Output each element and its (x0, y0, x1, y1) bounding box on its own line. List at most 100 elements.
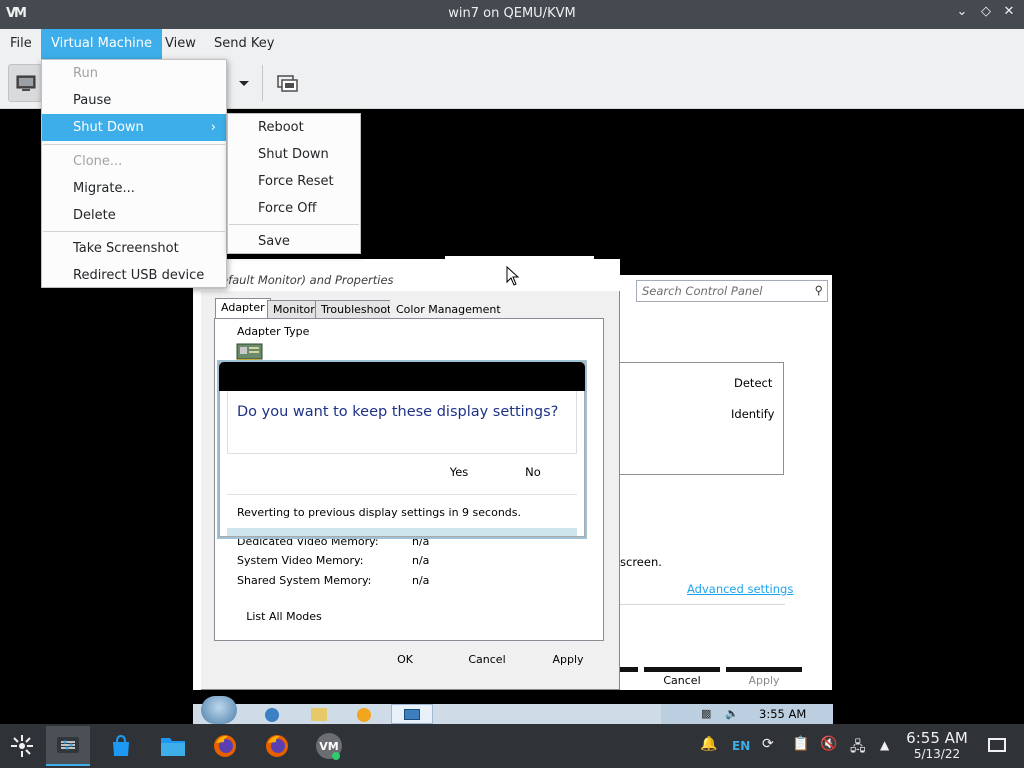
guest-taskbar: ▩ 🔈 3:55 AM (193, 696, 833, 724)
notification-bell-icon[interactable]: 🔔 (700, 736, 717, 752)
advanced-settings-link[interactable]: Advanced settings (687, 582, 793, 596)
tab-troubleshoot[interactable]: Troubleshoot (315, 300, 398, 319)
tab-color-management[interactable]: Color Management (390, 300, 507, 319)
close-icon[interactable]: ✕ (999, 4, 1019, 24)
divider (227, 494, 577, 495)
memory-label: System Video Memory: (237, 554, 364, 567)
properties-title: efault Monitor) and Properties (221, 273, 394, 287)
clipboard-icon[interactable]: 📋 (792, 736, 809, 752)
mouse-cursor-icon (506, 265, 520, 286)
button-shadow (620, 667, 638, 672)
chevron-down-icon[interactable]: ⌄ (952, 4, 972, 24)
no-button[interactable]: No (502, 462, 564, 485)
menu-item-label: Shut Down (73, 120, 144, 135)
windows-start-icon[interactable] (201, 696, 237, 724)
identify-button[interactable]: Identify (731, 407, 774, 421)
window-border (193, 291, 201, 690)
display-icon (404, 709, 420, 720)
fullscreen-button[interactable] (272, 64, 306, 102)
detect-button[interactable]: Detect (734, 376, 772, 390)
show-desktop-icon[interactable] (988, 738, 1006, 752)
graphics-card-icon (236, 341, 263, 362)
adapter-type-label: Adapter Type (237, 325, 310, 338)
language-indicator[interactable]: EN (732, 739, 750, 753)
ie-icon[interactable] (265, 708, 279, 722)
firefox-icon[interactable] (255, 726, 299, 766)
folder-icon[interactable] (311, 708, 327, 721)
svg-text:VM: VM (319, 740, 338, 753)
search-placeholder: Search Control Panel (642, 284, 763, 298)
menu-item-clone[interactable]: Clone... (42, 148, 226, 175)
chevron-right-icon: › (210, 120, 216, 135)
tray-expand-icon[interactable]: ▲ (880, 738, 889, 752)
diamond-icon[interactable]: ◇ (976, 4, 996, 24)
host-taskbar: VM 🔔 EN ⟳ 📋 🔇 🖧 ▲ 6:55 AM 5/13/22 (0, 724, 1024, 768)
menu-item-force-off[interactable]: Force Off (228, 195, 360, 222)
menu-item-shut-down[interactable]: Shut Down › (42, 114, 226, 141)
cancel-button[interactable]: Cancel (452, 649, 522, 672)
network-icon[interactable]: ▩ (701, 707, 711, 720)
media-player-icon[interactable] (357, 708, 371, 722)
menu-item-run[interactable]: Run (42, 60, 226, 87)
menu-separator (43, 231, 225, 232)
menu-item-shut-down[interactable]: Shut Down (228, 141, 360, 168)
monitor-icon (16, 75, 36, 91)
menu-item-redirect-usb[interactable]: Redirect USB device (42, 262, 226, 289)
tab-monitor[interactable]: Monitor (267, 300, 321, 319)
host-clock-time[interactable]: 6:55 AM (902, 729, 972, 747)
control-panel-window (620, 275, 832, 690)
host-clock-date[interactable]: 5/13/22 (902, 747, 972, 761)
apply-button[interactable]: Apply (533, 649, 603, 672)
cp-apply-button[interactable]: Apply (726, 670, 802, 693)
menu-separator (229, 224, 359, 225)
shut-down-submenu: Reboot Shut Down Force Reset Force Off S… (227, 113, 361, 254)
virt-manager-icon[interactable]: VM (307, 726, 351, 766)
display-task-button[interactable] (391, 704, 433, 724)
virtual-machine-menu: Run Pause Shut Down › Clone... Migrate..… (41, 59, 227, 288)
yes-button[interactable]: Yes (428, 462, 490, 485)
volume-muted-icon[interactable]: 🔇 (820, 736, 837, 752)
search-control-panel-input[interactable]: Search Control Panel ⚲ (636, 280, 828, 302)
network-icon[interactable]: 🖧 (850, 736, 866, 760)
memory-value: n/a (412, 554, 430, 567)
cp-cancel-button[interactable]: Cancel (644, 670, 720, 693)
screen-text-fragment: screen. (620, 555, 662, 569)
update-icon[interactable]: ⟳ (762, 736, 774, 752)
search-icon: ⚲ (814, 283, 823, 297)
volume-icon[interactable]: 🔈 (725, 707, 739, 720)
memory-label: Shared System Memory: (237, 574, 372, 587)
system-settings-icon[interactable] (46, 726, 90, 766)
divider (620, 604, 785, 605)
window-titlebar: VM win7 on QEMU/KVM ⌄ ◇ ✕ (0, 0, 1024, 29)
guest-tray: ▩ 🔈 3:55 AM (661, 704, 833, 724)
tab-adapter[interactable]: Adapter (215, 298, 271, 320)
menu-item-migrate[interactable]: Migrate... (42, 175, 226, 202)
application-launcher-icon[interactable] (0, 726, 44, 766)
menu-view[interactable]: View (155, 29, 206, 59)
menu-item-force-reset[interactable]: Force Reset (228, 168, 360, 195)
menu-item-pause[interactable]: Pause (42, 87, 226, 114)
dialog-bottom-border (227, 528, 577, 536)
list-all-modes-button[interactable]: List All Modes (239, 606, 329, 629)
firefox-icon[interactable] (203, 726, 247, 766)
file-manager-icon[interactable] (151, 726, 195, 766)
menu-virtual-machine[interactable]: Virtual Machine (41, 29, 163, 59)
menu-item-delete[interactable]: Delete (42, 202, 226, 229)
dialog-question: Do you want to keep these display settin… (237, 404, 559, 420)
guest-clock: 3:55 AM (759, 707, 807, 721)
toolbar-separator (262, 65, 263, 101)
memory-value: n/a (412, 574, 430, 587)
window-title: win7 on QEMU/KVM (448, 6, 576, 21)
dialog-titlebar (219, 362, 585, 391)
ok-button[interactable]: OK (370, 649, 440, 672)
menu-send-key[interactable]: Send Key (204, 29, 284, 59)
menu-item-reboot[interactable]: Reboot (228, 114, 360, 141)
menu-item-save[interactable]: Save (228, 228, 360, 255)
dropdown-arrow-icon[interactable] (236, 73, 252, 93)
discover-store-icon[interactable] (99, 726, 143, 766)
menu-separator (43, 144, 225, 145)
console-button[interactable] (8, 64, 42, 102)
menu-file[interactable]: File (0, 29, 42, 59)
dialog-content (227, 391, 577, 453)
menu-item-take-screenshot[interactable]: Take Screenshot (42, 235, 226, 262)
